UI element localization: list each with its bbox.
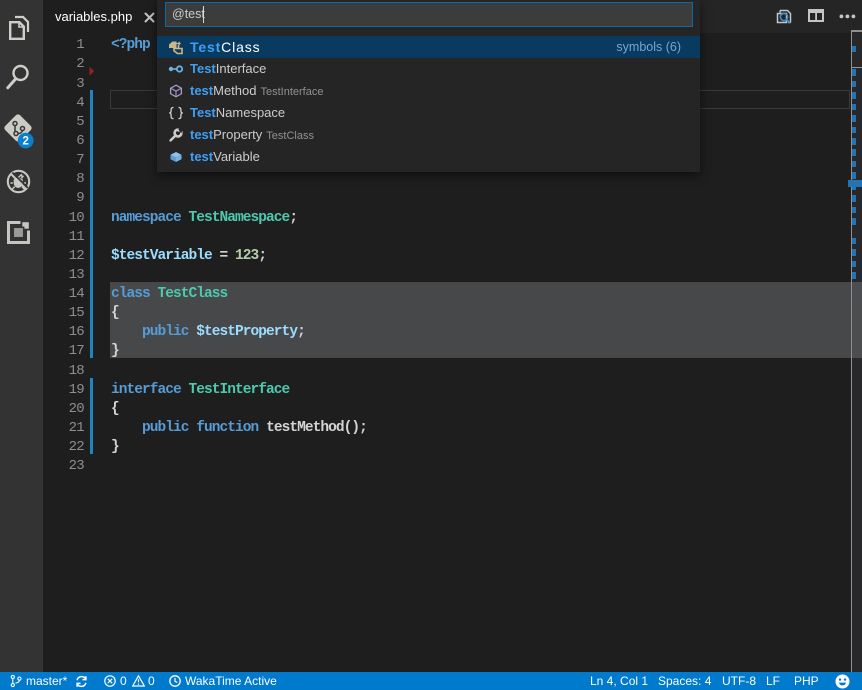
svg-text:2: 2 xyxy=(22,136,28,148)
